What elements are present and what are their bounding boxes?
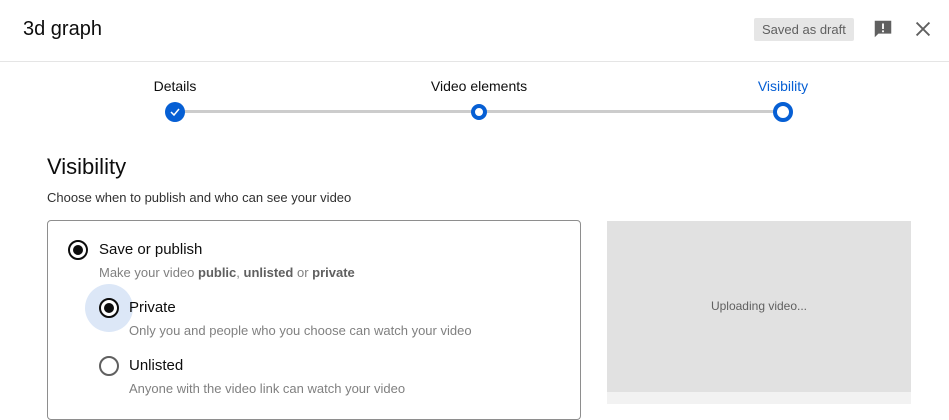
header-divider bbox=[0, 61, 949, 62]
unlisted-desc: Anyone with the video link can watch you… bbox=[129, 381, 406, 396]
section-heading: Visibility bbox=[47, 154, 127, 179]
save-or-publish-desc: Make your video public, unlisted or priv… bbox=[99, 265, 355, 280]
step-visibility-label[interactable]: Visibility bbox=[758, 78, 808, 94]
save-or-publish-label: Save or publish bbox=[99, 241, 203, 258]
uploading-status: Uploading video... bbox=[710, 299, 808, 313]
step-video-elements-label[interactable]: Video elements bbox=[431, 78, 527, 94]
save-or-publish-radio[interactable] bbox=[68, 240, 88, 260]
unlisted-radio[interactable] bbox=[99, 356, 119, 376]
unlisted-label: Unlisted bbox=[129, 357, 184, 374]
private-radio[interactable] bbox=[99, 298, 119, 318]
close-icon[interactable] bbox=[912, 18, 934, 40]
dialog-title: 3d graph bbox=[23, 18, 102, 40]
preview-footer bbox=[607, 392, 911, 404]
saved-as-draft-badge: Saved as draft bbox=[754, 18, 854, 41]
step-details-check-icon[interactable] bbox=[165, 102, 185, 122]
feedback-icon[interactable] bbox=[872, 18, 894, 40]
step-video-elements-dot[interactable] bbox=[471, 104, 487, 120]
video-preview: Uploading video... bbox=[607, 221, 911, 404]
step-details-label[interactable]: Details bbox=[154, 78, 197, 94]
private-desc: Only you and people who you choose can w… bbox=[129, 323, 472, 338]
private-label: Private bbox=[129, 299, 176, 316]
section-subheading: Choose when to publish and who can see y… bbox=[47, 190, 352, 205]
step-visibility-dot[interactable] bbox=[773, 102, 793, 122]
